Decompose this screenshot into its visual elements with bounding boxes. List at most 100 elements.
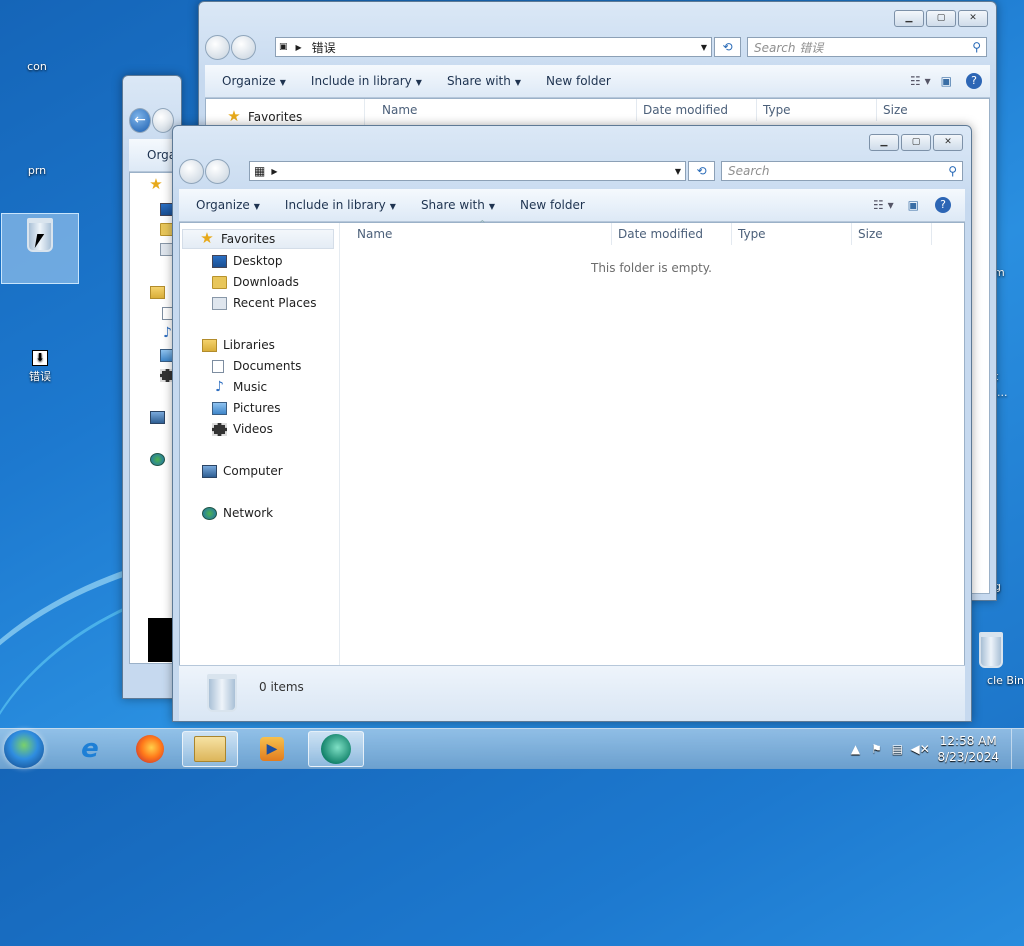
- folder-icon: ▣: [279, 42, 288, 52]
- help-icon[interactable]: ?: [966, 73, 982, 89]
- details-pane: 0 items: [179, 665, 965, 721]
- column-date-modified[interactable]: Date modified: [643, 103, 728, 117]
- column-name[interactable]: Name: [357, 227, 392, 241]
- preview-pane-icon[interactable]: ▣: [941, 74, 952, 88]
- address-bar[interactable]: ▦ ▶ ▼: [249, 161, 686, 181]
- organize-menu[interactable]: Organize ▼: [205, 74, 294, 88]
- include-in-library-menu[interactable]: Include in library ▼: [268, 198, 404, 212]
- new-folder-button[interactable]: New folder: [503, 198, 593, 212]
- nav-recent-places[interactable]: Recent Places: [212, 296, 316, 310]
- video-folder-icon: ▦: [254, 164, 266, 178]
- show-hidden-icons-arrow[interactable]: ▲: [847, 742, 863, 756]
- file-explorer-icon: [194, 736, 226, 762]
- nav-desktop[interactable]: Desktop: [212, 254, 283, 268]
- share-with-menu[interactable]: Share with ▼: [404, 198, 503, 212]
- minimize-button[interactable]: ▁: [869, 134, 899, 151]
- computer-icon: [150, 411, 165, 424]
- clock[interactable]: 12:58 AM 8/23/2024: [937, 733, 999, 765]
- taskbar-internet-explorer[interactable]: e: [62, 731, 118, 767]
- desktop-icon-label: con: [27, 60, 47, 73]
- organize-menu[interactable]: Organize ▼: [179, 198, 268, 212]
- taskbar-file-explorer[interactable]: [182, 731, 238, 767]
- window-body: ★ ♪: [129, 172, 178, 664]
- include-in-library-menu[interactable]: Include in library ▼: [294, 74, 430, 88]
- forward-button[interactable]: [231, 34, 256, 60]
- command-bar: Organize ▼ Include in library ▼ Share with…: [205, 65, 990, 98]
- search-icon[interactable]: ⚲: [948, 164, 957, 178]
- desktop-icon-con[interactable]: con: [14, 60, 60, 73]
- nav-music[interactable]: ♪ Music: [212, 380, 267, 395]
- desktop-icon-label: 错误: [29, 370, 51, 383]
- column-type[interactable]: Type: [738, 227, 766, 241]
- desktop-icon-error-shortcut[interactable]: ⬇ 错误: [12, 350, 68, 384]
- action-center-flag-icon[interactable]: ⚑: [868, 742, 884, 756]
- nav-network[interactable]: Network: [202, 506, 273, 520]
- address-bar[interactable]: ▣ ▶ 错误 ▼: [275, 37, 712, 57]
- help-icon[interactable]: ?: [935, 197, 951, 213]
- nav-favorites[interactable]: ★ Favorites: [226, 109, 302, 125]
- volume-muted-icon[interactable]: ◀✕: [910, 742, 929, 756]
- column-size[interactable]: Size: [858, 227, 883, 241]
- forward-button[interactable]: [205, 158, 230, 184]
- command-bar: Organize ▼ Include in library ▼ Share with…: [179, 189, 965, 222]
- videos-icon: [212, 422, 227, 436]
- taskbar-app[interactable]: [308, 731, 364, 767]
- computer-icon: [202, 464, 217, 478]
- refresh-icon: ⟲: [696, 164, 707, 178]
- recycle-bin-icon: [979, 632, 1003, 668]
- preview-pane-icon[interactable]: ▣: [908, 198, 919, 212]
- nav-downloads[interactable]: Downloads: [212, 275, 299, 289]
- refresh-button[interactable]: ⟲: [688, 161, 715, 181]
- back-button[interactable]: [205, 34, 230, 60]
- nav-computer[interactable]: Computer: [202, 464, 283, 478]
- firefox-icon: [136, 735, 164, 763]
- explorer-window-front[interactable]: ▁ ▢ ✕ ▦ ▶ ▼ ⟲ Search ⚲ Organize ▼ Include…: [172, 125, 972, 722]
- new-folder-button[interactable]: New folder: [529, 74, 619, 88]
- search-box[interactable]: Search ⚲: [721, 161, 963, 181]
- share-with-menu[interactable]: Share with ▼: [430, 74, 529, 88]
- close-button[interactable]: ✕: [958, 10, 988, 27]
- back-button[interactable]: ←: [129, 107, 151, 133]
- view-options-icon[interactable]: ☷ ▾: [910, 74, 931, 88]
- nav-videos[interactable]: Videos: [212, 422, 273, 436]
- start-button[interactable]: [4, 730, 44, 768]
- breadcrumb-arrow-icon: ▶: [295, 42, 302, 52]
- show-desktop-button[interactable]: [1011, 729, 1024, 769]
- desktop-icon-recycle-bin-selected[interactable]: [1, 213, 79, 284]
- network-status-icon[interactable]: ▤: [889, 742, 905, 756]
- nav-pictures[interactable]: Pictures: [212, 401, 281, 415]
- search-placeholder: Search: [728, 164, 770, 178]
- close-button[interactable]: ✕: [933, 134, 963, 151]
- documents-icon: [212, 359, 224, 373]
- internet-explorer-icon: e: [81, 734, 99, 764]
- search-box[interactable]: Search 错误 ⚲: [747, 37, 987, 57]
- download-arrow-icon: ⬇: [32, 350, 48, 366]
- column-type[interactable]: Type: [763, 103, 791, 117]
- refresh-button[interactable]: ⟲: [714, 37, 741, 57]
- back-button[interactable]: [179, 158, 204, 184]
- maximize-button[interactable]: ▢: [926, 10, 956, 27]
- column-name[interactable]: Name: [382, 103, 417, 117]
- nav-libraries[interactable]: Libraries: [202, 338, 275, 352]
- dropdown-arrow-icon[interactable]: ▼: [675, 167, 681, 176]
- libraries-icon: [202, 338, 217, 352]
- star-icon: ★: [149, 175, 163, 193]
- dropdown-arrow-icon[interactable]: ▼: [701, 43, 707, 52]
- desktop-icon-prn[interactable]: prn: [14, 164, 60, 177]
- minimize-button[interactable]: ▁: [894, 10, 924, 27]
- column-size[interactable]: Size: [883, 103, 908, 117]
- network-icon: [202, 506, 217, 520]
- view-options-icon[interactable]: ☷ ▾: [873, 198, 894, 212]
- desktop-icon-label: prn: [27, 164, 47, 177]
- taskbar-firefox[interactable]: [122, 731, 178, 767]
- maximize-button[interactable]: ▢: [901, 134, 931, 151]
- taskbar-media-player[interactable]: ▶: [244, 731, 300, 767]
- nav-favorites[interactable]: ★ Favorites: [182, 229, 334, 249]
- recent-places-icon: [212, 296, 227, 310]
- search-icon[interactable]: ⚲: [972, 40, 981, 54]
- app-icon: [321, 734, 351, 764]
- column-date-modified[interactable]: Date modified: [618, 227, 703, 241]
- caption-buttons: ▁ ▢ ✕: [894, 10, 988, 27]
- nav-documents[interactable]: Documents: [212, 359, 301, 373]
- forward-button[interactable]: [152, 107, 174, 133]
